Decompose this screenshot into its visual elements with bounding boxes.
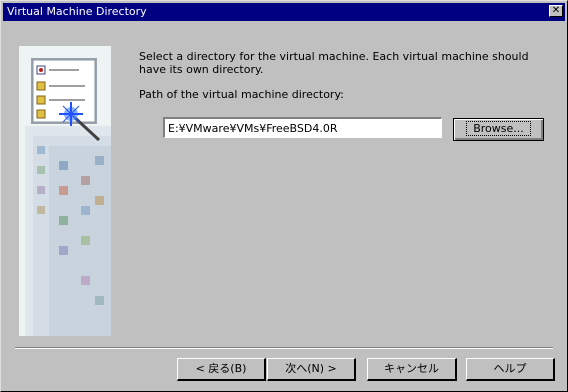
title-bar[interactable]: Virtual Machine Directory ✕	[3, 3, 565, 21]
path-input[interactable]: E:¥VMware¥VMs¥FreeBSD4.0R	[163, 117, 442, 138]
path-label: Path of the virtual machine directory:	[139, 88, 344, 101]
wizard-desktop-icon	[19, 46, 111, 336]
browse-label: Browse...	[466, 121, 531, 136]
help-button[interactable]: ヘルプ	[466, 358, 555, 381]
cancel-button[interactable]: キャンセル	[367, 358, 457, 381]
wizard-side-image	[19, 46, 111, 336]
back-button[interactable]: < 戻る(B)	[177, 358, 266, 381]
close-icon: ✕	[551, 5, 561, 16]
separator-highlight	[15, 348, 553, 349]
close-button[interactable]: ✕	[549, 5, 563, 17]
next-button[interactable]: 次へ(N) >	[267, 358, 356, 381]
window-title: Virtual Machine Directory	[7, 5, 147, 18]
browse-button[interactable]: Browse...	[453, 118, 544, 141]
wizard-dialog: Virtual Machine Directory ✕ Select a dir…	[0, 0, 568, 392]
directory-description: Select a directory for the virtual machi…	[139, 50, 529, 76]
